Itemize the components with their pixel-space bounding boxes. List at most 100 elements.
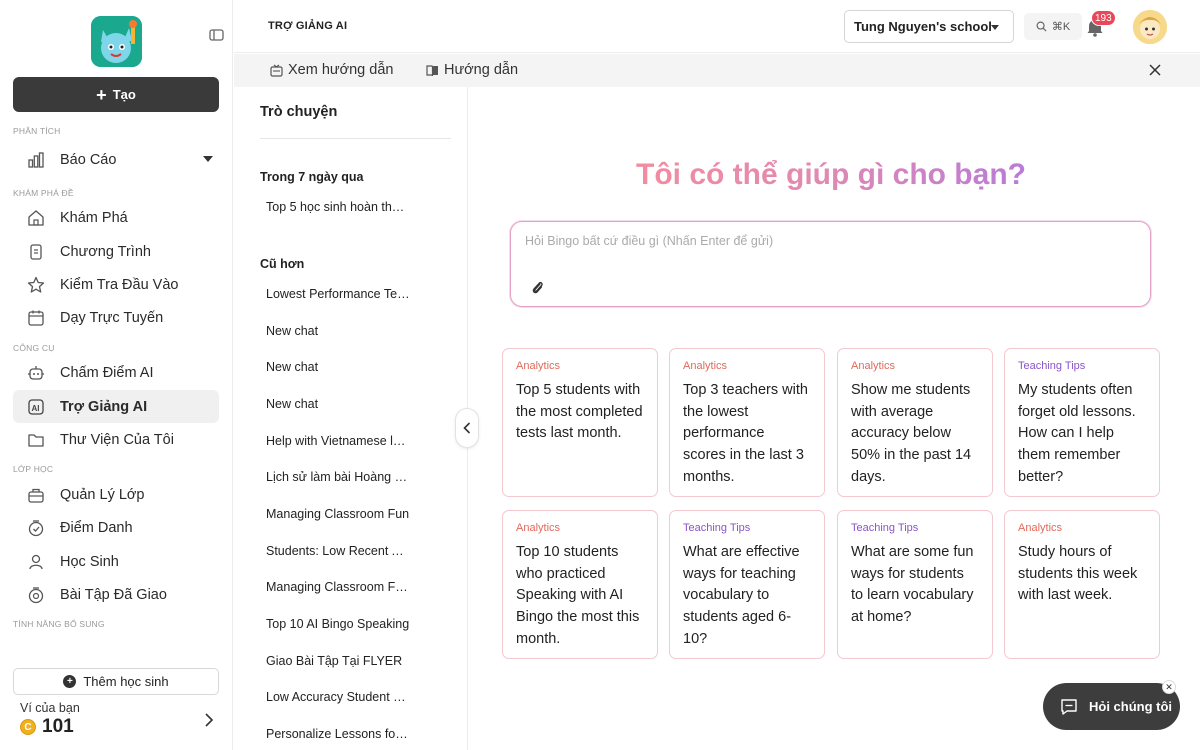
create-button[interactable]: + Tạo (13, 77, 219, 112)
collapse-chat-panel-button[interactable] (455, 408, 479, 448)
chevron-right-icon[interactable] (202, 711, 216, 729)
chat-list-item[interactable]: Lịch sử làm bài Hoàng Lan (266, 470, 410, 484)
create-label: Tạo (112, 87, 136, 102)
card-tag: Analytics (1018, 522, 1063, 534)
sidebar-item-program[interactable]: Chương Trình (13, 235, 219, 268)
sidebar-item-class-management[interactable]: Quản Lý Lớp (13, 478, 219, 511)
main-heading-text: Tôi có thể giúp gì cho bạn? (636, 158, 1026, 191)
sidebar-item-entrance-test[interactable]: Kiểm Tra Đầu Vào (13, 268, 219, 301)
add-student-button[interactable]: + Thêm học sinh (13, 668, 219, 695)
search-button[interactable]: ⌘K (1024, 13, 1082, 40)
attendance-icon (27, 519, 45, 537)
sidebar-item-my-library[interactable]: Thư Viện Của Tôi (13, 423, 219, 456)
users-icon (27, 553, 45, 571)
add-student-label: Thêm học sinh (83, 674, 169, 689)
sidebar-item-label: Thư Viện Của Tôi (60, 431, 174, 448)
sidebar-item-label: Kiểm Tra Đầu Vào (60, 276, 179, 293)
star-icon (27, 276, 45, 294)
avatar[interactable] (1133, 10, 1167, 44)
prompt-box[interactable] (510, 221, 1151, 307)
chat-list-item[interactable]: Managing Classroom Focus (266, 580, 410, 594)
sidebar-item-label: Báo Cáo (60, 151, 117, 168)
ask-us-button[interactable]: Hỏi chúng tôi (1043, 683, 1180, 730)
chat-list-item[interactable]: Lowest Performance Teachers (266, 287, 410, 301)
close-icon[interactable] (1148, 63, 1162, 77)
ai-icon: AI (27, 398, 45, 416)
sidebar-item-label: Dạy Trực Tuyến (60, 309, 164, 326)
sidebar: + Tạo PHÂN TÍCH Báo Cáo KHÁM PHÁ ĐỀ Khám… (0, 0, 233, 750)
watch-guide-label: Xem hướng dẫn (288, 62, 394, 78)
suggestion-card[interactable]: Analytics Show me students with average … (837, 348, 993, 497)
wallet-balance: C 101 (20, 716, 74, 738)
chat-list-item[interactable]: Giao Bài Tập Tại FLYER (266, 654, 410, 668)
suggestion-card[interactable]: Analytics Top 5 students with the most c… (502, 348, 658, 497)
suggestion-card[interactable]: Teaching Tips What are some fun ways for… (837, 510, 993, 659)
suggestion-card[interactable]: Teaching Tips My students often forget o… (1004, 348, 1160, 497)
sidebar-item-students[interactable]: Học Sinh (13, 545, 219, 578)
card-tag: Analytics (516, 522, 561, 534)
chat-list-item[interactable]: Students: Low Recent Activity (266, 544, 410, 558)
notification-badge: 193 (1091, 10, 1116, 26)
search-icon (1036, 21, 1047, 32)
sidebar-item-attendance[interactable]: Điểm Danh (13, 511, 219, 544)
sidebar-item-explore[interactable]: Khám Phá (13, 201, 219, 234)
card-text: My students often forget old lessons. Ho… (1018, 382, 1136, 485)
main-heading: Tôi có thể giúp gì cho bạn? (469, 158, 1193, 192)
watch-guide-link[interactable]: Xem hướng dẫn (270, 62, 393, 78)
sidebar-item-label: Quản Lý Lớp (60, 486, 145, 503)
search-shortcut: ⌘K (1051, 21, 1071, 33)
suggestion-card[interactable]: Analytics Top 10 students who practiced … (502, 510, 658, 659)
bar-chart-icon (27, 151, 45, 169)
chat-list-item[interactable]: New chat (266, 324, 410, 338)
sidebar-item-label: Khám Phá (60, 209, 128, 226)
suggestion-card[interactable]: Teaching Tips What are effective ways fo… (669, 510, 825, 659)
chat-list-item[interactable]: Personalize Lessons for Students (266, 727, 410, 741)
assignment-icon (27, 586, 45, 604)
card-tag: Analytics (683, 360, 728, 372)
chat-list-item[interactable]: Top 10 AI Bingo Speaking (266, 617, 410, 631)
sidebar-item-ai-grading[interactable]: Chấm Điểm AI (13, 356, 219, 389)
sidebar-item-ai-assistant[interactable]: AI Trợ Giảng AI (13, 390, 219, 423)
book-icon (426, 64, 438, 76)
section-label-extra: TÍNH NĂNG BỔ SUNG (13, 619, 105, 629)
app-logo[interactable] (91, 16, 142, 67)
chat-list-item[interactable]: Low Accuracy Student Report (266, 690, 410, 704)
chevron-left-icon (463, 422, 471, 434)
chat-history-panel: Trò chuyện Trong 7 ngày qua Top 5 học si… (234, 87, 468, 750)
sidebar-item-label: Bài Tập Đã Giao (60, 586, 167, 603)
suggestion-card[interactable]: Analytics Top 3 teachers with the lowest… (669, 348, 825, 497)
school-name: Tung Nguyen's school (854, 19, 992, 34)
wallet-label: Ví của bạn (20, 701, 80, 715)
sidebar-item-label: Trợ Giảng AI (60, 398, 148, 415)
card-text: Top 5 students with the most completed t… (516, 382, 643, 442)
close-icon[interactable]: ✕ (1162, 680, 1176, 694)
sidebar-item-reports[interactable]: Báo Cáo (13, 143, 219, 176)
section-label-explore: KHÁM PHÁ ĐỀ (13, 188, 74, 198)
chat-list-item[interactable]: New chat (266, 360, 410, 374)
chat-list-item[interactable]: Help with Vietnamese lesson (266, 434, 410, 448)
top-header: TRỢ GIẢNG AI Tung Nguyen's school ⌘K 193 (234, 0, 1200, 53)
chat-list-item[interactable]: Managing Classroom Fun (266, 507, 410, 521)
wallet-amount: 101 (42, 716, 74, 737)
section-label-analytics: PHÂN TÍCH (13, 126, 61, 136)
video-icon (270, 64, 283, 77)
school-selector[interactable]: Tung Nguyen's school (844, 10, 1014, 43)
sub-toolbar: Xem hướng dẫn Hướng dẫn (234, 54, 1200, 87)
plus-circle-icon: + (63, 675, 77, 688)
guide-label: Hướng dẫn (444, 62, 519, 78)
sidebar-item-assigned-homework[interactable]: Bài Tập Đã Giao (13, 578, 219, 611)
divider (260, 138, 451, 139)
chat-list-item[interactable]: Top 5 học sinh hoàn thành nhiều bài kiểm… (266, 200, 410, 214)
chat-list-item[interactable]: New chat (266, 397, 410, 411)
suggestion-card[interactable]: Analytics Study hours of students this w… (1004, 510, 1160, 659)
card-text: Top 3 teachers with the lowest performan… (683, 382, 808, 485)
card-tag: Analytics (851, 360, 896, 372)
chat-panel-title: Trò chuyện (260, 104, 338, 120)
prompt-input[interactable] (525, 234, 1125, 248)
sidebar-item-online-teaching[interactable]: Dạy Trực Tuyến (13, 301, 219, 334)
chevron-down-icon[interactable] (203, 156, 213, 162)
sidebar-toggle-icon[interactable] (208, 27, 226, 43)
document-icon (27, 243, 45, 261)
guide-link[interactable]: Hướng dẫn (426, 62, 518, 78)
paperclip-icon[interactable] (530, 279, 544, 295)
